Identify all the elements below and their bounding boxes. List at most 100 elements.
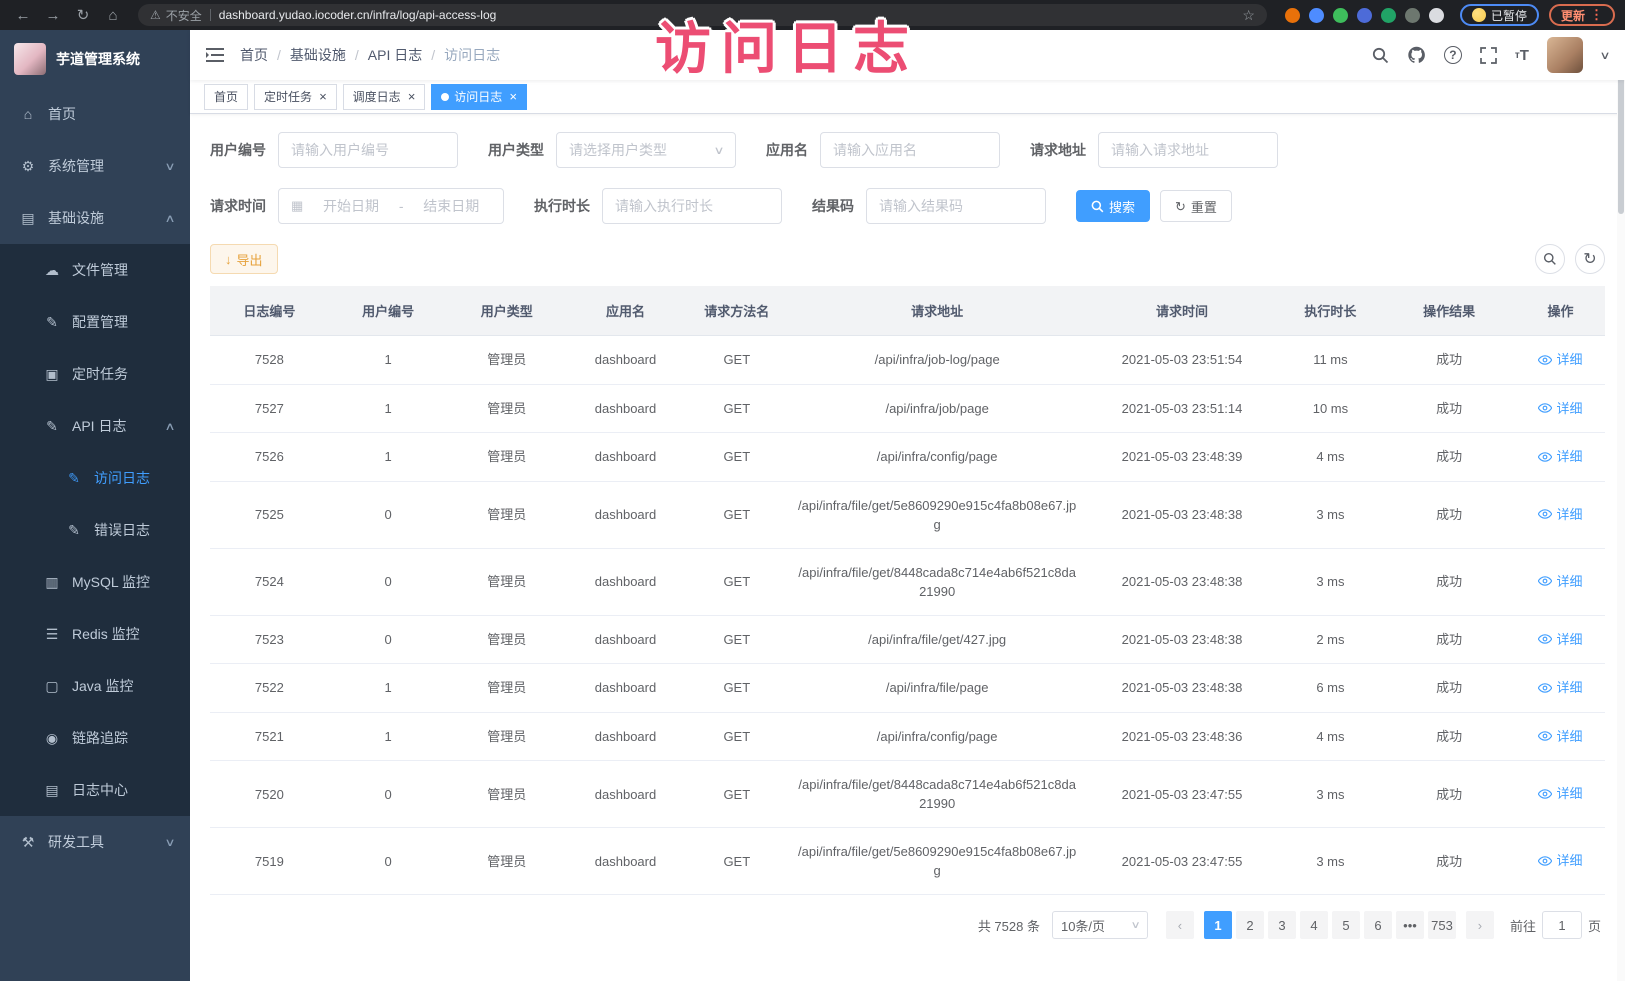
profile-paused-pill[interactable]: 已暂停: [1460, 4, 1539, 26]
breadcrumb-item[interactable]: 访问日志: [444, 45, 500, 65]
reload-icon[interactable]: ↻: [70, 6, 96, 24]
filter-label: 请求时间: [210, 196, 266, 216]
view-tab[interactable]: 定时任务 ×: [254, 84, 337, 110]
detail-link[interactable]: 详细: [1538, 784, 1582, 803]
sidebar-item-system[interactable]: ⚙ 系统管理 ∨: [0, 140, 190, 192]
detail-link[interactable]: 详细: [1538, 851, 1582, 870]
sidebar-item-log-center[interactable]: ▤ 日志中心: [0, 764, 190, 816]
page-button[interactable]: 5: [1332, 911, 1360, 939]
reset-button[interactable]: ↻ 重置: [1160, 190, 1232, 222]
view-tab[interactable]: 访问日志 ×: [431, 84, 527, 110]
cell-request-url: /api/infra/job-log/page: [789, 336, 1086, 385]
page-button[interactable]: •••: [1396, 911, 1424, 939]
browser-home-icon[interactable]: ⌂: [100, 7, 126, 24]
user-type-select[interactable]: 请选择用户类型 ∨: [556, 132, 736, 168]
breadcrumb-item[interactable]: API 日志: [368, 45, 422, 65]
next-page-button[interactable]: ›: [1466, 911, 1494, 939]
sidebar-item-file[interactable]: ☁ 文件管理: [0, 244, 190, 296]
table-row: 7528 1 管理员 dashboard GET /api/infra/job-…: [210, 336, 1605, 385]
sidebar-item-redis[interactable]: ☰ Redis 监控: [0, 608, 190, 660]
close-icon[interactable]: ×: [509, 89, 517, 104]
ext-blue-shield-icon[interactable]: [1309, 8, 1324, 23]
request-url-input[interactable]: [1111, 142, 1265, 158]
url-bar[interactable]: ⚠ 不安全 dashboard.yudao.iocoder.cn/infra/l…: [138, 4, 1267, 26]
cell-method: GET: [685, 828, 789, 895]
jump-page-input[interactable]: [1542, 911, 1582, 939]
ext-green-badge-icon[interactable]: [1381, 8, 1396, 23]
export-button[interactable]: ↓ 导出: [210, 244, 278, 274]
prev-page-button[interactable]: ‹: [1166, 911, 1194, 939]
sidebar-item-error-log[interactable]: ✎ 错误日志: [0, 504, 190, 556]
caret-down-icon[interactable]: ∨: [1599, 49, 1610, 62]
font-size-icon[interactable]: тT: [1515, 47, 1529, 64]
forward-icon[interactable]: →: [40, 7, 66, 24]
app-logo[interactable]: 芋道管理系统: [0, 30, 190, 88]
ext-gray-icon[interactable]: [1405, 8, 1420, 23]
scrollbar[interactable]: [1617, 30, 1625, 981]
detail-link[interactable]: 详细: [1538, 727, 1582, 746]
sidebar-item-dev-tools[interactable]: ⚒ 研发工具 ∨: [0, 816, 190, 868]
page-jumper: 前往 页: [1510, 911, 1601, 939]
ext-grid-icon[interactable]: [1357, 8, 1372, 23]
user-avatar[interactable]: [1547, 37, 1583, 73]
sidebar-item-mysql[interactable]: ▥ MySQL 监控: [0, 556, 190, 608]
chevron-icon: ∧: [164, 212, 175, 225]
jump-suffix: 页: [1588, 916, 1601, 935]
app-name-input[interactable]: [833, 142, 987, 158]
browser-menu-icon[interactable]: ⋮: [1590, 7, 1603, 23]
sidebar-item-api-log[interactable]: ✎ API 日志 ∧: [0, 400, 190, 452]
page-button[interactable]: 6: [1364, 911, 1392, 939]
detail-link[interactable]: 详细: [1538, 447, 1582, 466]
back-icon[interactable]: ←: [10, 7, 36, 24]
sidebar-item-access-log[interactable]: ✎ 访问日志: [0, 452, 190, 504]
ext-pinned-star-icon[interactable]: [1429, 8, 1444, 23]
github-icon[interactable]: [1407, 46, 1426, 64]
page-button[interactable]: 1: [1204, 911, 1232, 939]
sidebar-item-home[interactable]: ⌂ 首页: [0, 88, 190, 140]
help-icon[interactable]: ?: [1444, 46, 1462, 64]
view-tab[interactable]: 首页: [204, 84, 248, 110]
page-size-select[interactable]: 10条/页 ∨: [1052, 911, 1148, 939]
bookmark-star-icon[interactable]: ☆: [1242, 7, 1255, 24]
duration-input[interactable]: [615, 198, 769, 214]
breadcrumb-item[interactable]: 基础设施: [290, 45, 346, 65]
user-id-input[interactable]: [291, 142, 445, 158]
result-code-input[interactable]: [879, 198, 1033, 214]
view-tab[interactable]: 调度日志 ×: [343, 84, 426, 110]
ext-green-circle-icon[interactable]: [1333, 8, 1348, 23]
detail-link[interactable]: 详细: [1538, 505, 1582, 524]
ext-orange-icon[interactable]: [1285, 8, 1300, 23]
detail-link[interactable]: 详细: [1538, 678, 1582, 697]
cell-request-time: 2021-05-03 23:48:38: [1086, 615, 1279, 664]
sidebar-item-infra[interactable]: ▤ 基础设施 ∧: [0, 192, 190, 244]
sidebar-item-java[interactable]: ▢ Java 监控: [0, 660, 190, 712]
cell-result: 成功: [1382, 384, 1516, 433]
sidebar-item-trace[interactable]: ◉ 链路追踪: [0, 712, 190, 764]
hamburger-icon[interactable]: [206, 47, 224, 63]
search-icon[interactable]: [1372, 47, 1389, 64]
close-icon[interactable]: ×: [408, 89, 416, 104]
page-button[interactable]: 3: [1268, 911, 1296, 939]
sidebar-item-config[interactable]: ✎ 配置管理: [0, 296, 190, 348]
date-range-picker[interactable]: ▦ 开始日期 - 结束日期: [278, 188, 504, 224]
breadcrumb-item[interactable]: 首页: [240, 45, 268, 65]
chevron-icon: ∨: [164, 836, 175, 849]
search-button[interactable]: 搜索: [1076, 190, 1150, 222]
refresh-table-button[interactable]: ↻: [1575, 244, 1605, 274]
detail-link[interactable]: 详细: [1538, 399, 1582, 418]
fullscreen-icon[interactable]: [1480, 47, 1497, 64]
page-button[interactable]: 753: [1428, 911, 1456, 939]
close-icon[interactable]: ×: [319, 89, 327, 104]
cell-app-name: dashboard: [566, 761, 685, 828]
paused-label: 已暂停: [1491, 7, 1527, 24]
page-button[interactable]: 2: [1236, 911, 1264, 939]
page-button[interactable]: 4: [1300, 911, 1328, 939]
pagination: 共 7528 条 10条/页 ∨ ‹ 123456•••753 › 前往 页: [210, 895, 1605, 939]
toggle-search-button[interactable]: [1535, 244, 1565, 274]
detail-link[interactable]: 详细: [1538, 350, 1582, 369]
detail-link[interactable]: 详细: [1538, 572, 1582, 591]
detail-link[interactable]: 详细: [1538, 630, 1582, 649]
sidebar-item-job[interactable]: ▣ 定时任务: [0, 348, 190, 400]
update-button[interactable]: 更新 ⋮: [1549, 4, 1615, 26]
tab-label: 访问日志: [454, 88, 502, 105]
